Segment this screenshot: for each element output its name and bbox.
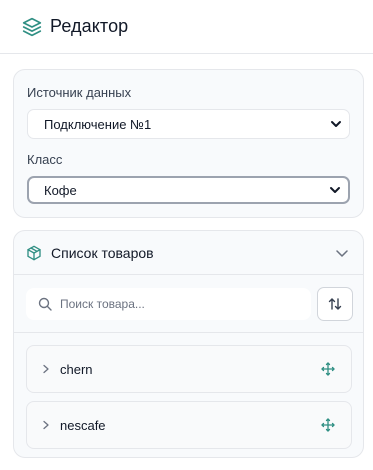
data-source-select[interactable]: Подключение №1 (27, 109, 350, 139)
product-list: chern nescafe (14, 333, 363, 449)
chevron-down-icon (330, 118, 342, 130)
chevron-down-icon (329, 184, 341, 196)
list-item[interactable]: chern (26, 345, 352, 393)
list-item-name: chern (60, 361, 93, 377)
search-icon (38, 297, 52, 311)
list-item[interactable]: nescafe (26, 401, 352, 449)
product-list-title: Список товаров (51, 244, 154, 261)
chevron-right-icon[interactable] (41, 364, 51, 374)
class-label: Класс (27, 152, 63, 167)
package-icon (26, 245, 42, 261)
class-select[interactable]: Кофе (27, 176, 350, 204)
layers-icon (22, 17, 42, 37)
sort-button[interactable] (317, 286, 353, 321)
product-list-panel: Список товаров chern (13, 230, 364, 458)
move-icon[interactable] (321, 362, 335, 376)
product-search-row (14, 275, 363, 333)
class-value: Кофе (44, 182, 77, 198)
chevron-down-icon[interactable] (335, 246, 349, 260)
sort-arrows-icon (327, 296, 343, 312)
app-header: Редактор (0, 0, 373, 54)
list-item-name: nescafe (60, 417, 106, 433)
data-source-panel: Источник данных Подключение №1 Класс Коф… (13, 69, 364, 218)
product-search-input[interactable] (60, 296, 300, 311)
chevron-right-icon[interactable] (41, 420, 51, 430)
data-source-value: Подключение №1 (44, 116, 152, 132)
data-source-label: Источник данных (27, 85, 132, 100)
product-list-header[interactable]: Список товаров (14, 231, 363, 275)
move-icon[interactable] (321, 418, 335, 432)
page-title: Редактор (50, 16, 129, 36)
product-search-box[interactable] (26, 287, 311, 320)
